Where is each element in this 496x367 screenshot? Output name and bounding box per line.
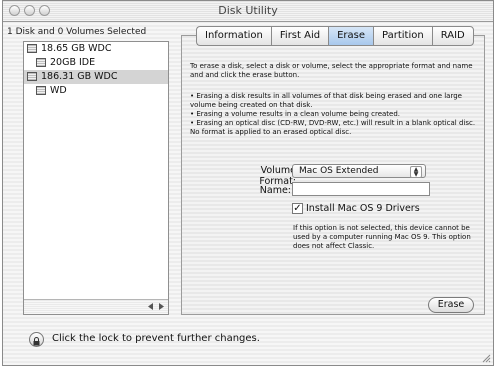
volume-name-input[interactable] [292,182,430,196]
disk-item-label: 18.65 GB WDC [41,43,112,54]
erase-instructions: To erase a disk, select a disk or volume… [190,62,473,79]
volume-format-select[interactable]: Mac OS Extended ▲ ▼ [292,164,426,178]
erase-note-optical: • Erasing an optical disc (CD-RW, DVD-RW… [190,119,476,136]
tab-bar: Information First Aid Erase Partition RA… [196,26,474,46]
tab-partition[interactable]: Partition [373,26,432,46]
os9-note: If this option is not selected, this dev… [293,224,471,250]
name-label: Name: [259,185,291,196]
volume-item-label: WD [50,85,67,96]
erase-button[interactable]: Erase [428,297,474,313]
volume-format-value: Mac OS Extended [299,166,379,176]
volume-format-label: Volume Format: [259,165,296,187]
tab-first-aid[interactable]: First Aid [270,26,329,46]
volume-item-label: 20GB IDE [50,57,96,68]
lock-message: Click the lock to prevent further change… [52,333,260,344]
volume-item-wd[interactable]: WD [24,84,168,98]
erase-notes: • Erasing a disk results in all volumes … [190,92,482,137]
title-bar[interactable]: Disk Utility [3,1,493,22]
disk-item-18-65gb-wdc[interactable]: 18.65 GB WDC [24,42,168,56]
volume-icon [36,86,46,95]
disk-list[interactable]: 18.65 GB WDC 20GB IDE 186.31 GB WDC WD [23,41,169,315]
tab-information[interactable]: Information [196,26,271,46]
disk-icon [27,72,37,81]
scroll-arrows-icon[interactable] [146,302,166,311]
erase-panel: To erase a disk, select a disk or volume… [181,35,485,315]
disk-item-label: 186.31 GB WDC [41,71,118,82]
erase-note-disk: • Erasing a disk results in all volumes … [190,92,462,109]
lock-button[interactable] [29,332,44,347]
tab-raid[interactable]: RAID [431,26,474,46]
volume-icon [36,58,46,67]
disk-item-186-31gb-wdc[interactable]: 186.31 GB WDC [24,70,168,84]
lock-icon [33,337,40,346]
install-os9-drivers-checkbox[interactable]: ✓ [292,203,303,214]
popup-arrows-icon: ▲ ▼ [410,166,422,178]
erase-note-volume: • Erasing a volume results in a clean vo… [190,110,401,118]
disk-list-items: 18.65 GB WDC 20GB IDE 186.31 GB WDC WD [24,42,168,300]
disk-utility-window: Disk Utility 1 Disk and 0 Volumes Select… [2,0,494,366]
volume-item-20gb-ide[interactable]: 20GB IDE [24,56,168,70]
window-title: Disk Utility [218,4,278,17]
disk-icon [27,44,37,53]
selection-summary: 1 Disk and 0 Volumes Selected [7,27,147,37]
horizontal-scrollbar[interactable] [24,299,168,314]
tab-erase[interactable]: Erase [328,26,374,46]
resize-grip-icon[interactable] [481,353,491,363]
install-os9-drivers-label[interactable]: Install Mac OS 9 Drivers [306,203,420,214]
